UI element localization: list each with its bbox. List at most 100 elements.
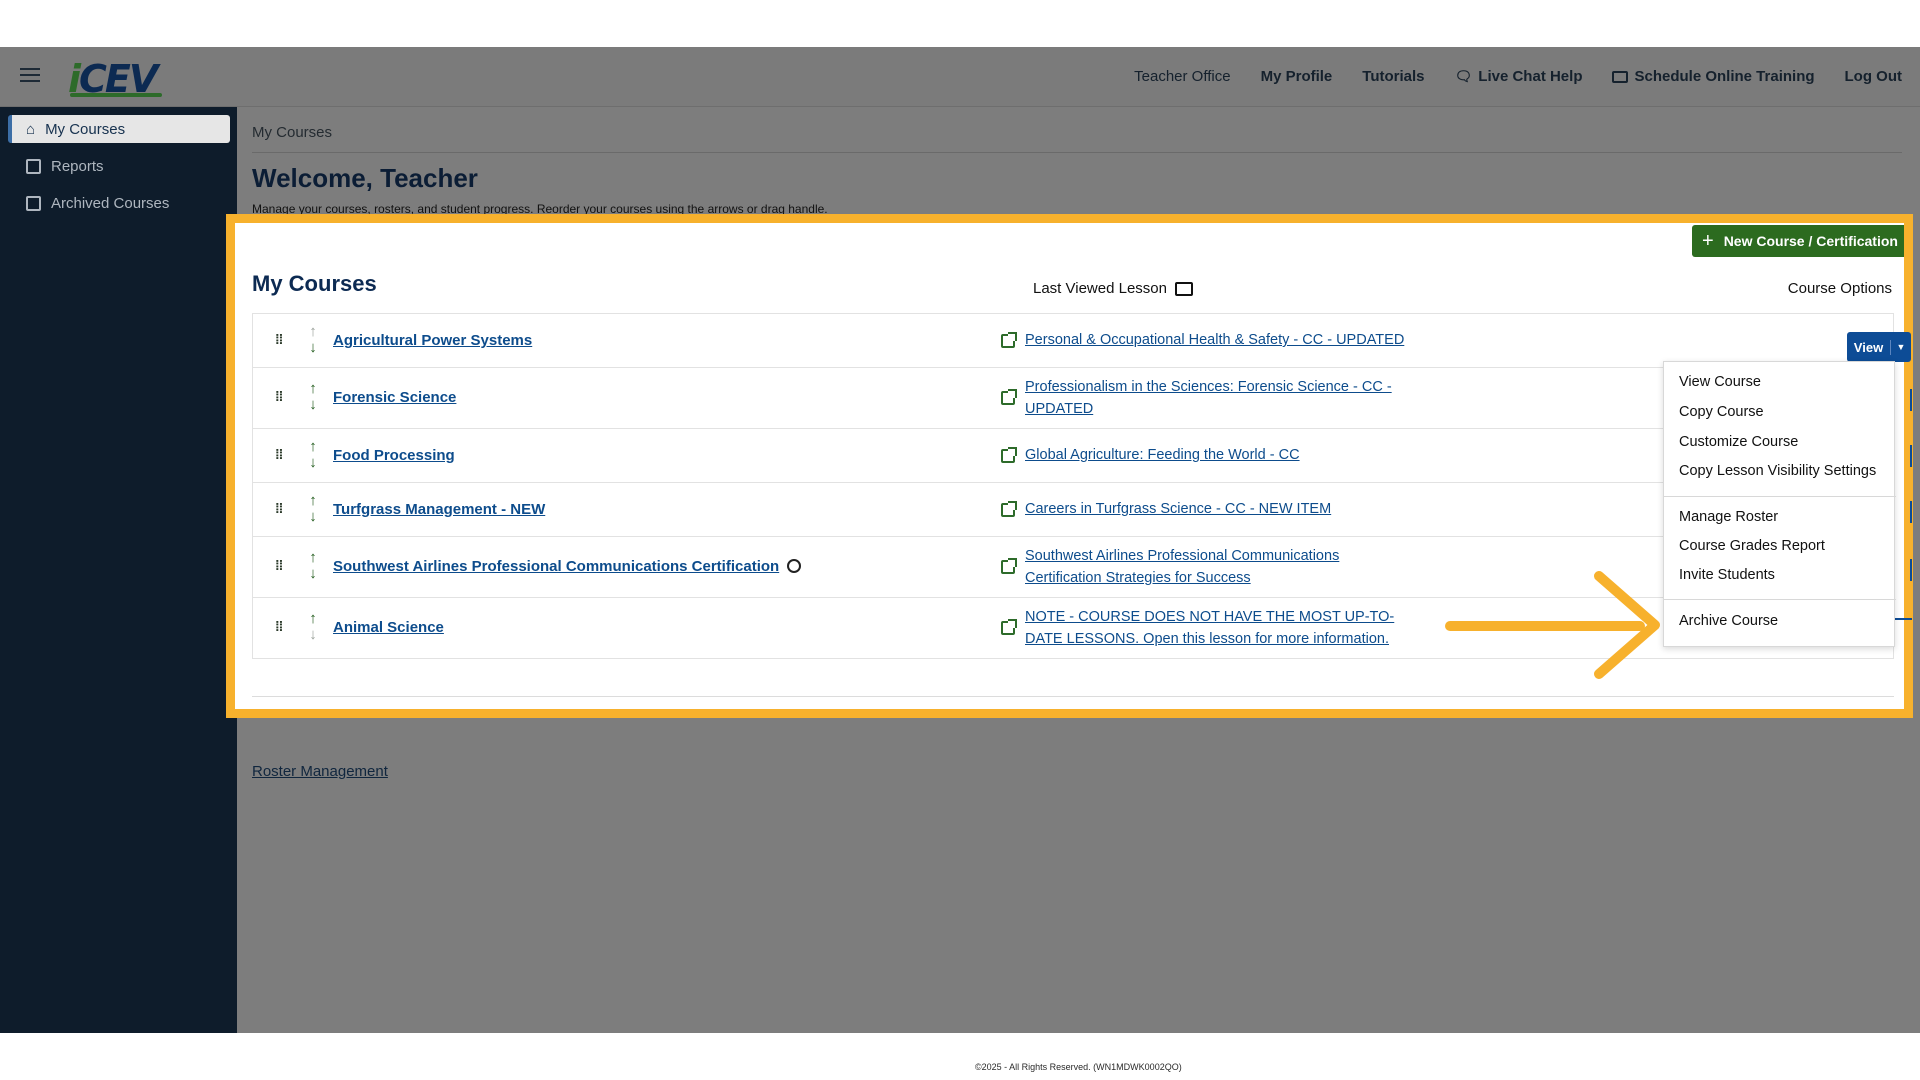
external-link-icon: [1001, 619, 1017, 635]
course-link[interactable]: Turfgrass Management - NEW: [333, 501, 545, 518]
arrow-up-icon[interactable]: ↑: [309, 492, 317, 509]
course-options-dropdown: View Course Copy Course Customize Course…: [1663, 361, 1896, 647]
annotation-arrow: [1445, 570, 1665, 680]
view-button[interactable]: View: [1847, 339, 1891, 355]
certification-badge-icon: [787, 559, 802, 573]
chevron-down-icon[interactable]: ▼: [1891, 342, 1911, 352]
page-title: Welcome, Teacher: [252, 163, 478, 193]
sidebar-item-label: Reports: [51, 157, 104, 175]
menu-divider: [1664, 496, 1896, 497]
menu-item-archive-course[interactable]: Archive Course: [1679, 613, 1778, 629]
sidebar-item-reports[interactable]: Reports: [8, 152, 230, 180]
nav-label: My Profile: [1260, 68, 1333, 85]
arrow-up-icon[interactable]: ↑: [309, 549, 317, 566]
external-link-icon: [1001, 332, 1017, 348]
row-view-button-edge: [1910, 445, 1912, 467]
view-split-button[interactable]: View ▼: [1847, 332, 1911, 362]
last-viewed-lesson-link[interactable]: Personal & Occupational Health & Safety …: [1025, 329, 1405, 351]
nav-schedule-training[interactable]: Schedule Online Training: [1612, 68, 1815, 85]
drag-handle-icon[interactable]: ⁞⁞: [275, 501, 283, 515]
logo-swoosh: [70, 93, 162, 97]
drag-handle-icon[interactable]: ⁞⁞: [275, 558, 283, 572]
arrow-down-icon[interactable]: ↓: [309, 396, 317, 413]
course-link[interactable]: Food Processing: [333, 447, 455, 464]
sidebar-item-label: My Courses: [45, 120, 126, 138]
last-viewed-lesson-link[interactable]: Southwest Airlines Professional Communic…: [1025, 545, 1405, 589]
arrow-down-icon[interactable]: ↓: [309, 565, 317, 582]
menu-item-copy-course[interactable]: Copy Course: [1679, 404, 1764, 420]
course-link[interactable]: Agricultural Power Systems: [333, 332, 532, 349]
menu-item-manage-roster[interactable]: Manage Roster: [1679, 509, 1778, 525]
menu-item-invite-students[interactable]: Invite Students: [1679, 567, 1775, 583]
arrow-down-icon[interactable]: ↓: [309, 508, 317, 525]
course-options-header: Course Options: [1787, 280, 1892, 297]
reorder-arrows[interactable]: ↑ ↓: [306, 324, 320, 356]
reorder-arrows[interactable]: ↑ ↓: [306, 439, 320, 471]
nav-my-profile[interactable]: My Profile: [1261, 68, 1333, 85]
external-link-icon: [1001, 389, 1017, 405]
arrow-up-icon[interactable]: ↑: [309, 610, 317, 627]
reorder-arrows[interactable]: ↑ ↓: [306, 550, 320, 582]
table-row: ⁞⁞ ↑ ↓ Food Processing Global Agriculture…: [253, 429, 1893, 483]
menu-item-view-course[interactable]: View Course: [1679, 374, 1761, 390]
last-viewed-lesson-link[interactable]: Global Agriculture: Feeding the World - …: [1025, 444, 1405, 466]
sidebar-item-archived-courses[interactable]: Archived Courses: [8, 189, 230, 217]
sidebar-item-label: Archived Courses: [51, 194, 170, 212]
arrow-down-icon: ↓: [309, 626, 317, 643]
external-link-icon: [1001, 501, 1017, 517]
last-viewed-lesson-link[interactable]: Careers in Turfgrass Science - CC - NEW …: [1025, 498, 1405, 520]
menu-divider: [1664, 599, 1896, 600]
menu-item-customize-course[interactable]: Customize Course: [1679, 434, 1798, 450]
roster-management-link[interactable]: Roster Management: [252, 763, 388, 780]
drag-handle-icon[interactable]: ⁞⁞: [275, 447, 283, 461]
drag-handle-icon[interactable]: ⁞⁞: [275, 389, 283, 403]
sidebar-item-my-courses[interactable]: ⌂ My Courses: [8, 115, 230, 143]
arrow-right-icon: [1594, 571, 1660, 679]
arrow-up-icon[interactable]: ↑: [309, 380, 317, 397]
arrow-up-icon[interactable]: ↑: [309, 438, 317, 455]
drag-handle-icon[interactable]: ⁞⁞: [275, 332, 283, 346]
nav-tutorials[interactable]: Tutorials: [1362, 68, 1424, 85]
course-link[interactable]: Southwest Airlines Professional Communic…: [333, 558, 802, 575]
reorder-arrows[interactable]: ↑ ↓: [306, 611, 320, 643]
menu-item-copy-lesson-visibility[interactable]: Copy Lesson Visibility Settings: [1679, 463, 1876, 479]
nav-label: Log Out: [1844, 68, 1902, 85]
nav-teacher-office[interactable]: Teacher Office: [1134, 68, 1230, 85]
last-viewed-lesson-link[interactable]: Professionalism in the Sciences: Forensi…: [1025, 376, 1405, 420]
nav-label: Live Chat Help: [1478, 68, 1583, 85]
course-link[interactable]: Forensic Science: [333, 389, 456, 406]
chart-icon: [26, 158, 41, 174]
hamburger-menu-icon[interactable]: [20, 68, 40, 84]
external-link-icon: [1001, 558, 1017, 574]
arrow-down-icon[interactable]: ↓: [309, 454, 317, 471]
nav-label: Schedule Online Training: [1634, 68, 1815, 85]
table-row: ⁞⁞ ↑ ↓ Forensic Science Professionalism i…: [253, 368, 1893, 429]
plus-icon: +: [1702, 229, 1714, 252]
card-footer-divider: [252, 696, 1894, 697]
course-link-label[interactable]: Southwest Airlines Professional Communic…: [333, 558, 779, 575]
arrow-down-icon[interactable]: ↓: [309, 339, 317, 356]
course-link[interactable]: Animal Science: [333, 619, 444, 636]
menu-item-course-grades-report[interactable]: Course Grades Report: [1679, 538, 1825, 554]
nav-log-out[interactable]: Log Out: [1845, 68, 1902, 85]
column-header-label: Last Viewed Lesson: [1033, 280, 1167, 297]
nav-label: Tutorials: [1362, 68, 1425, 85]
reorder-arrows[interactable]: ↑ ↓: [306, 381, 320, 413]
monitor-icon: [1174, 281, 1193, 296]
arrow-up-icon: ↑: [309, 323, 317, 340]
nav-live-chat-help[interactable]: 🗨 Live Chat Help: [1455, 68, 1583, 85]
chat-icon: 🗨: [1454, 68, 1473, 84]
laptop-icon: [1612, 70, 1629, 83]
top-nav: Teacher Office My Profile Tutorials 🗨 Liv…: [1134, 68, 1902, 85]
new-course-button[interactable]: + New Course / Certification: [1692, 225, 1904, 257]
row-view-button-edge: [1910, 559, 1912, 581]
reorder-arrows[interactable]: ↑ ↓: [306, 493, 320, 525]
last-viewed-lesson-link[interactable]: NOTE - COURSE DOES NOT HAVE THE MOST UP-…: [1025, 606, 1405, 650]
sidebar: ⌂ My Courses Reports Archived Courses: [0, 107, 237, 1033]
footer-copyright: ©2025 - All Rights Reserved. (WN1MDWK000…: [975, 1062, 1182, 1072]
breadcrumb[interactable]: My Courses: [252, 124, 332, 141]
last-viewed-lesson-header: Last Viewed Lesson: [1033, 280, 1193, 297]
drag-handle-icon[interactable]: ⁞⁞: [275, 619, 283, 633]
table-row: ⁞⁞ ↑ ↓ Turfgrass Management - NEW Careers…: [253, 483, 1893, 537]
nav-label: Teacher Office: [1134, 68, 1231, 85]
